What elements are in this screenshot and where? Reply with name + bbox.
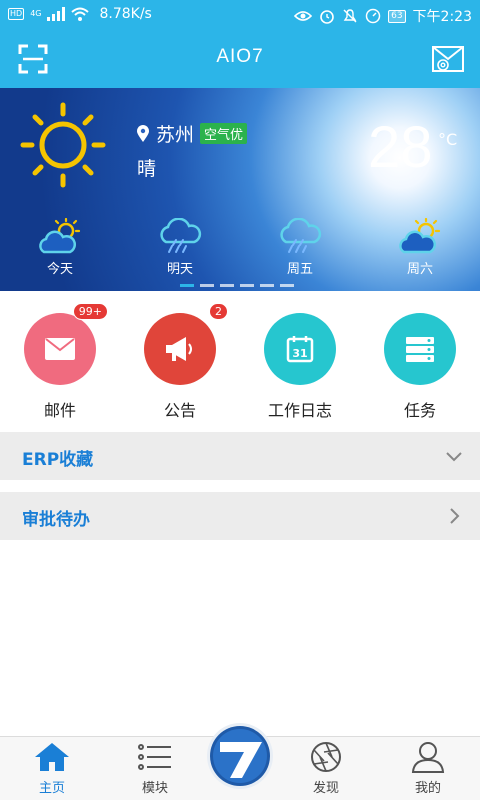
home-icon: [35, 743, 69, 771]
rain-icon: [160, 218, 202, 253]
section-title: ERP收藏: [22, 450, 94, 470]
nav-label: 我的: [414, 781, 441, 796]
app-header: AIO7: [0, 32, 480, 88]
page-dot-active: [180, 284, 194, 287]
nav-modules[interactable]: 模块: [115, 741, 195, 796]
announcement-circle: 2: [144, 303, 228, 385]
svg-text:31: 31: [292, 347, 307, 360]
section-title: 审批待办: [22, 510, 90, 530]
forecast-saturday[interactable]: 周六: [390, 218, 450, 277]
chevron-down-icon: [446, 452, 462, 462]
partly-cloudy-icon: [39, 218, 81, 254]
forecast-label: 明天: [166, 262, 193, 277]
unread-badge: 2: [209, 303, 228, 320]
app-root: HD 4G 8.78K/s 63 下午2:23 AIO7 苏州 空气优 晴 28…: [0, 0, 480, 800]
shortcut-label: 任务: [403, 401, 436, 420]
page-indicator: [180, 284, 294, 287]
mail-circle: 99+: [24, 303, 108, 385]
shortcut-label: 工作日志: [267, 401, 332, 420]
location[interactable]: 苏州 空气优: [136, 120, 248, 147]
envelope-icon: [45, 338, 75, 360]
eye-icon: [294, 11, 313, 21]
erp-favorites-section[interactable]: ERP收藏: [0, 432, 480, 480]
gauge-icon: [365, 8, 381, 24]
page-dot: [260, 284, 274, 287]
shortcut-label: 邮件: [43, 401, 76, 420]
temperature: 28: [368, 115, 433, 180]
air-quality-badge: 空气优: [200, 123, 248, 144]
forecast-today[interactable]: 今天: [30, 218, 90, 277]
forecast-label: 周六: [406, 262, 433, 277]
temperature-unit: °C: [438, 130, 458, 149]
approvals-section[interactable]: 审批待办: [0, 492, 480, 540]
city-name: 苏州: [156, 124, 195, 146]
mute-icon: [343, 9, 357, 23]
nav-discover[interactable]: 发现: [286, 741, 366, 796]
clock: 下午2:23: [412, 9, 472, 25]
person-icon: [411, 742, 445, 773]
rain-icon: [280, 218, 322, 253]
chevron-right-icon: [450, 508, 460, 524]
signal-icon: [47, 7, 66, 21]
battery-level: 63: [388, 9, 406, 23]
task-circle: [384, 313, 456, 385]
location-pin-icon: [137, 124, 149, 142]
wifi-icon: [71, 7, 90, 21]
nav-label: 模块: [141, 781, 168, 796]
worklog-shortcut[interactable]: 31 工作日志: [240, 313, 360, 421]
hd-indicator: HD: [8, 8, 25, 20]
shortcut-label: 公告: [163, 401, 196, 420]
forecast-label: 今天: [46, 262, 73, 277]
calendar-icon: 31: [286, 336, 314, 363]
weather-condition: 晴: [137, 158, 157, 180]
page-dot: [280, 284, 294, 287]
quick-access: 99+ 邮件 2 公告 31 工作日志 任务: [0, 291, 480, 431]
sun-icon: [20, 102, 106, 188]
forecast-friday[interactable]: 周五: [270, 218, 330, 277]
list-icon: [138, 744, 171, 770]
nav-label: 发现: [312, 781, 339, 796]
network-type: 4G: [30, 9, 42, 18]
aperture-icon: [311, 742, 341, 772]
page-title: AIO7: [216, 46, 264, 67]
mail-at-icon[interactable]: [432, 44, 464, 74]
nav-mine[interactable]: 我的: [388, 741, 468, 796]
partly-cloudy-icon: [399, 218, 441, 254]
network-speed: 8.78K/s: [99, 6, 152, 22]
center-logo-button[interactable]: [206, 722, 274, 790]
worklog-circle: 31: [264, 313, 336, 385]
weather-card[interactable]: 苏州 空气优 晴 28 °C 今天 明天 周五 周六: [0, 88, 480, 291]
unread-badge: 99+: [72, 303, 108, 320]
status-bar: HD 4G 8.78K/s 63 下午2:23: [0, 0, 480, 32]
announcement-shortcut[interactable]: 2 公告: [120, 303, 240, 421]
page-dot: [200, 284, 214, 287]
task-list-icon: [406, 337, 434, 362]
megaphone-icon: [166, 337, 192, 361]
task-shortcut[interactable]: 任务: [360, 313, 480, 421]
forecast-tomorrow[interactable]: 明天: [150, 218, 210, 277]
page-dot: [220, 284, 234, 287]
page-dot: [240, 284, 254, 287]
alarm-icon: [320, 10, 334, 24]
mail-shortcut[interactable]: 99+ 邮件: [0, 303, 120, 421]
nav-label: 主页: [38, 781, 65, 796]
nav-home[interactable]: 主页: [12, 741, 92, 796]
forecast-label: 周五: [286, 262, 313, 277]
